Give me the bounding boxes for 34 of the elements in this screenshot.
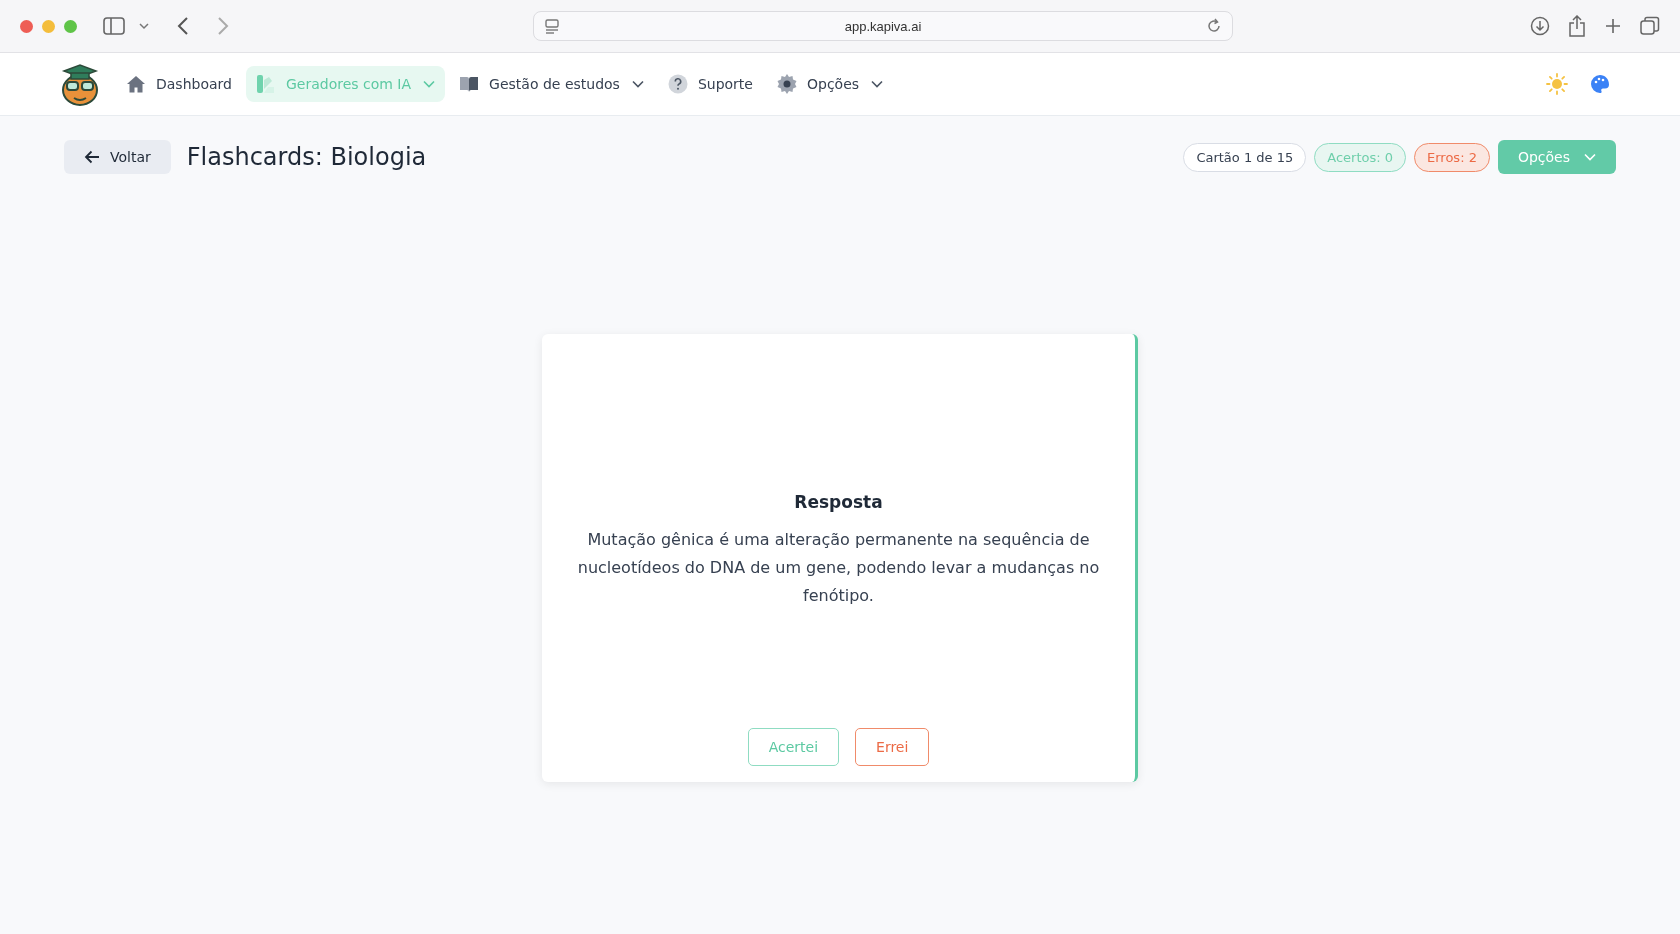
page-icon [544,18,560,34]
page-title: Flashcards: Biologia [186,143,427,171]
back-button[interactable]: Voltar [64,140,171,174]
settings-icon [777,74,797,94]
nav-menu-item[interactable]: Opções [767,66,894,102]
tabs-overview-icon[interactable] [1640,16,1660,36]
caret-icon [871,80,884,88]
left-arrow-icon [84,150,100,164]
home-icon [126,75,146,93]
caret-icon [631,80,644,88]
plus-icon[interactable] [1604,17,1622,35]
status-badge: Acertos: 0 [1314,142,1406,172]
answer-text: Mutação gênica é uma alteração permanente na sequência de nucleotídeos do DNA de um gene, podendo levar a mudanças no fenótipo. [576,529,1101,607]
help-icon [667,74,688,94]
palette-icon[interactable] [1590,74,1610,94]
card-heading: Resposta [794,492,883,512]
book-icon [459,75,480,93]
nav-menu-item[interactable]: Dashboard [116,67,242,101]
caret-icon [1584,153,1596,161]
address-bar[interactable]: app.kapiva.ai [533,11,1233,41]
close-window-icon[interactable] [20,19,33,33]
reload-icon[interactable] [1206,18,1222,34]
color-swatch-icon [255,74,276,94]
share-icon[interactable] [1568,15,1586,37]
sidebar-toggle-icon[interactable] [103,17,125,35]
nav-menu-item[interactable]: Gestão de estudos [449,67,654,101]
caret-icon [423,80,436,88]
chevron-down-icon[interactable] [139,22,149,30]
url-text: app.kapiva.ai [843,18,923,34]
status-badge: Cartão 1 de 15 [1183,142,1307,172]
status-badge: Erros: 2 [1414,142,1490,172]
capybara-mascot-logo[interactable] [60,62,100,106]
nav-menu-item[interactable]: Suporte [657,66,763,102]
download-icon[interactable] [1530,16,1550,36]
